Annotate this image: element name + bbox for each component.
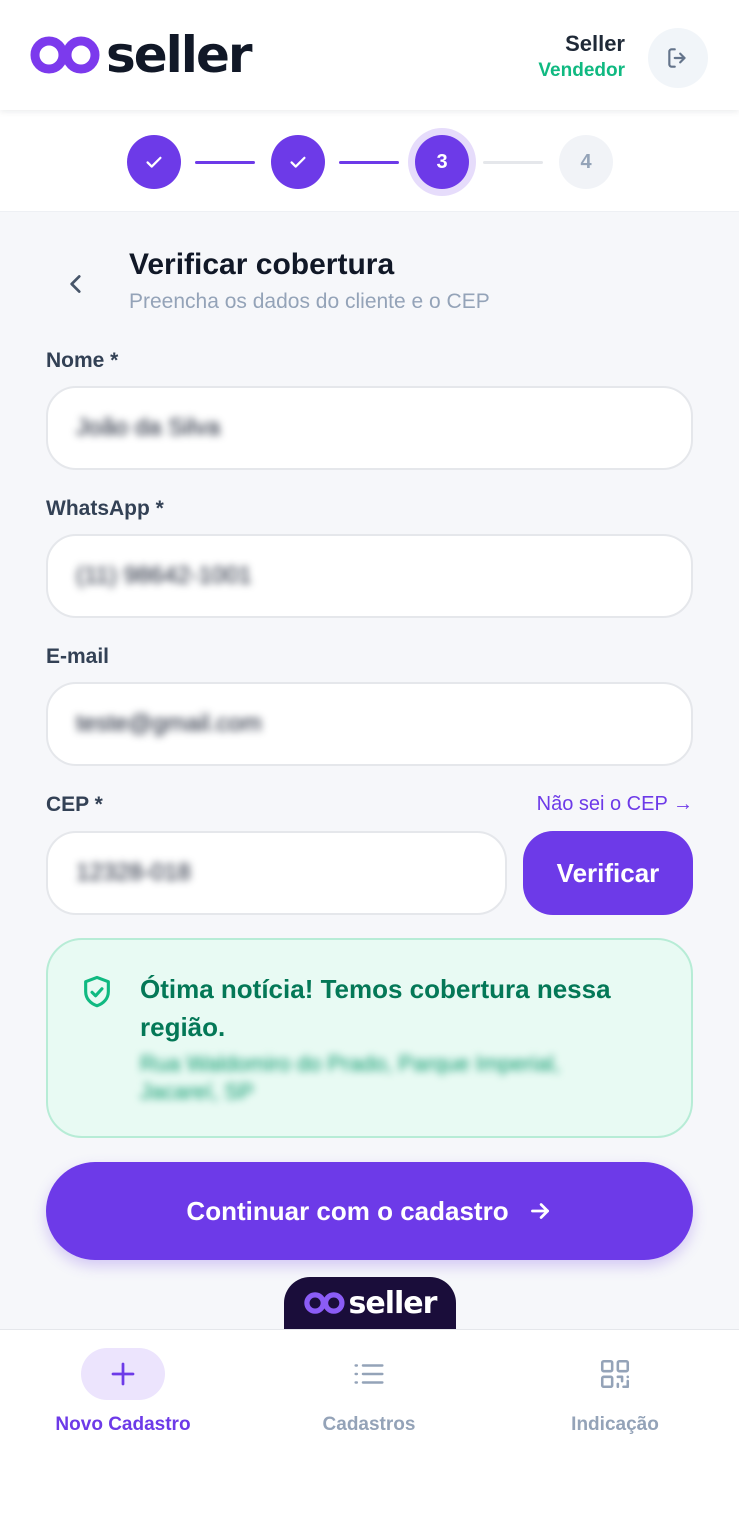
whatsapp-label: WhatsApp * (46, 497, 164, 520)
coverage-success-alert: Ótima notícia! Temos cobertura nessa reg… (46, 938, 693, 1138)
top-bar: seller Seller Vendedor (0, 0, 739, 110)
nav-label: Novo Cadastro (55, 1414, 191, 1435)
page-subtitle: Preencha os dados do cliente e o CEP (129, 290, 490, 313)
nav-icon-container (573, 1348, 657, 1400)
step-2-done (271, 135, 325, 189)
bottom-navigation: Novo Cadastro Cadastros Indicação (0, 1329, 739, 1516)
nav-label: Cadastros (322, 1414, 416, 1435)
back-button[interactable] (54, 262, 98, 306)
logout-icon (668, 48, 686, 68)
continue-button-label: Continuar com o cadastro (186, 1195, 509, 1226)
arrow-right-icon (530, 1203, 549, 1219)
coverage-address: Rua Waldomiro do Prado, Parque Imperial,… (140, 1051, 560, 1104)
logout-button[interactable] (648, 28, 708, 88)
nav-item-cadastros[interactable]: Cadastros (246, 1348, 492, 1436)
step-4-pending: 4 (559, 135, 613, 189)
cep-label: CEP * (46, 793, 103, 816)
nav-icon-container (81, 1348, 165, 1400)
step-connector (195, 161, 255, 164)
name-label: Nome * (46, 349, 119, 372)
step-3-active: 3 (415, 135, 469, 189)
qr-code-icon (600, 1359, 630, 1389)
brand-tab: seller (284, 1277, 456, 1329)
step-1-done (127, 135, 181, 189)
email-input[interactable] (76, 710, 663, 738)
main-content: Verificar cobertura Preencha os dados do… (0, 212, 739, 1329)
check-icon (146, 156, 162, 168)
unknown-cep-link[interactable]: Não sei o CEP → (537, 793, 693, 816)
check-icon (290, 156, 306, 168)
infinity-logo-icon (30, 36, 100, 74)
chevron-left-icon (70, 275, 81, 293)
nav-item-indicacao[interactable]: Indicação (492, 1348, 738, 1436)
email-label: E-mail (46, 645, 110, 668)
shield-check-icon (84, 975, 110, 1008)
nav-icon-container (327, 1348, 411, 1400)
logo-text: seller (106, 26, 253, 84)
nav-label: Indicação (571, 1414, 659, 1435)
user-info: Seller Vendedor (538, 30, 625, 84)
cep-input[interactable] (76, 859, 477, 887)
nav-item-novo-cadastro[interactable]: Novo Cadastro (0, 1348, 246, 1436)
plus-icon (111, 1362, 135, 1386)
coverage-title: Ótima notícia! Temos cobertura nessa reg… (140, 974, 611, 1042)
brand-tab-text: seller (348, 1285, 438, 1321)
infinity-logo-icon (303, 1292, 345, 1314)
user-role: Vendedor (538, 60, 625, 81)
whatsapp-field[interactable] (46, 534, 693, 618)
email-field[interactable] (46, 682, 693, 766)
page-title: Verificar cobertura (129, 248, 395, 281)
seller-logo[interactable]: seller (30, 26, 253, 84)
name-input[interactable] (76, 414, 663, 442)
cep-field[interactable] (46, 831, 507, 915)
whatsapp-input[interactable] (76, 562, 663, 590)
continue-registration-button[interactable]: Continuar com o cadastro (46, 1162, 693, 1260)
step-connector (339, 161, 399, 164)
name-field[interactable] (46, 386, 693, 470)
user-name: Seller (565, 31, 625, 56)
step-connector (483, 161, 543, 164)
list-icon (354, 1364, 384, 1384)
verify-button[interactable]: Verificar (523, 831, 693, 915)
progress-stepper: 3 4 (0, 110, 739, 212)
